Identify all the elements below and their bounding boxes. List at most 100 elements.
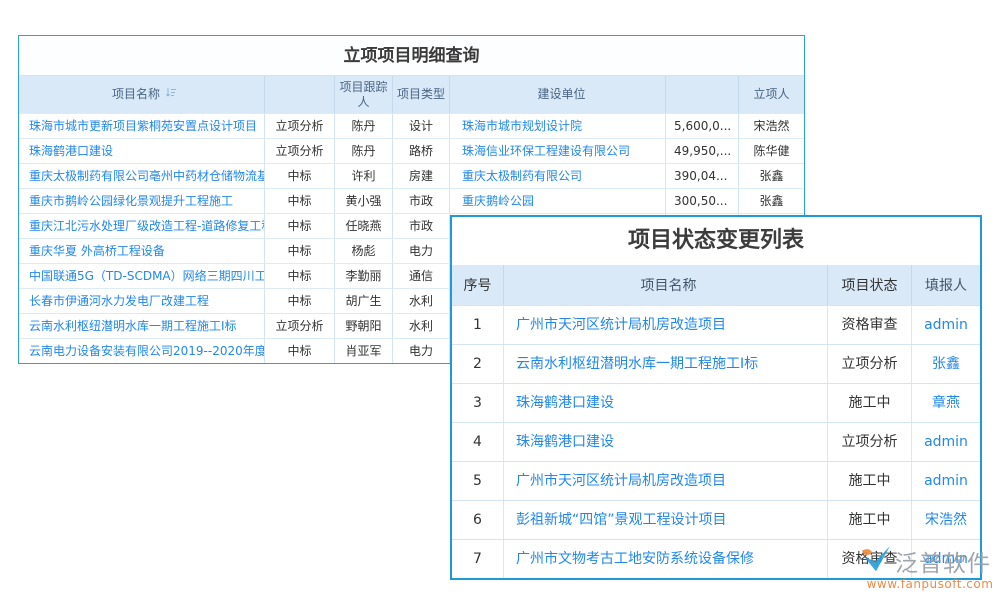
column-header-amount [666,76,739,113]
project-name-link[interactable]: 广州市天河区统计局机房改造项目 [504,306,828,344]
panel2-table-header: 序号 项目名称 项目状态 填报人 [452,265,980,305]
tracker-cell: 黄小强 [335,189,393,213]
type-cell: 设计 [393,114,450,138]
project-name-link[interactable]: 珠海市城市更新项目紫桐苑安置点设计项目 [19,114,265,138]
project-name-link[interactable]: 云南电力设备安装有限公司2019--2020年度劳务 [19,339,265,363]
seq-cell: 3 [452,384,504,422]
table-row: 2 云南水利枢纽潜明水库一期工程施工I标 立项分析 张鑫 [452,344,980,383]
tracker-cell: 李勤丽 [335,264,393,288]
project-name-link[interactable]: 广州市天河区统计局机房改造项目 [504,462,828,500]
reporter-link[interactable]: admin [912,306,980,344]
column-header-status: 项目状态 [828,265,912,305]
unit-link[interactable]: 珠海信业环保工程建设有限公司 [450,139,666,163]
unit-link[interactable]: 珠海市城市规划设计院 [450,114,666,138]
amount-cell: 390,04... [666,164,739,188]
project-name-link[interactable]: 重庆太极制药有限公司亳州中药材仓储物流基地 [19,164,265,188]
reporter-link[interactable]: 张鑫 [912,345,980,383]
column-header-project-name[interactable]: 项目名称 [19,76,265,113]
stage-cell: 立项分析 [265,114,335,138]
reporter-link[interactable]: admin [912,462,980,500]
type-cell: 通信 [393,264,450,288]
seq-cell: 1 [452,306,504,344]
seq-cell: 7 [452,540,504,578]
panel1-table-header: 项目名称 项目跟踪人 项目类型 建设单位 立项人 [19,76,804,113]
project-name-link[interactable]: 重庆华夏 外高桥工程设备 [19,239,265,263]
table-row: 3 珠海鹤港口建设 施工中 章燕 [452,383,980,422]
table-row: 重庆市鹅岭公园绿化景观提升工程施工 中标 黄小强 市政 重庆鹅岭公园 300,5… [19,188,804,213]
project-status-change-panel: 项目状态变更列表 序号 项目名称 项目状态 填报人 1 广州市天河区统计局机房改… [450,215,982,580]
stage-cell: 中标 [265,264,335,288]
project-name-link[interactable]: 云南水利枢纽潜明水库一期工程施工I标 [504,345,828,383]
project-name-link[interactable]: 重庆市鹅岭公园绿化景观提升工程施工 [19,189,265,213]
seq-cell: 5 [452,462,504,500]
table-row: 珠海市城市更新项目紫桐苑安置点设计项目 立项分析 陈丹 设计 珠海市城市规划设计… [19,113,804,138]
stage-cell: 中标 [265,339,335,363]
table-row: 珠海鹤港口建设 立项分析 陈丹 路桥 珠海信业环保工程建设有限公司 49,950… [19,138,804,163]
reporter-link[interactable]: 宋浩然 [912,501,980,539]
panel2-title: 项目状态变更列表 [452,217,980,265]
watermark-url: www.fanpusoft.com [860,577,1000,591]
tracker-cell: 野朝阳 [335,314,393,338]
table-row: 6 彭祖新城“四馆”景观工程设计项目 施工中 宋浩然 [452,500,980,539]
stage-cell: 立项分析 [265,139,335,163]
type-cell: 电力 [393,339,450,363]
tracker-cell: 陈丹 [335,139,393,163]
project-name-link[interactable]: 彭祖新城“四馆”景观工程设计项目 [504,501,828,539]
tracker-cell: 肖亚军 [335,339,393,363]
unit-link[interactable]: 重庆鹅岭公园 [450,189,666,213]
status-cell: 施工中 [828,384,912,422]
panel1-title: 立项项目明细查询 [19,36,804,76]
watermark: 泛普软件 www.fanpusoft.com [860,544,1000,591]
stage-cell: 立项分析 [265,314,335,338]
tracker-cell: 许利 [335,164,393,188]
tracker-cell: 陈丹 [335,114,393,138]
stage-cell: 中标 [265,164,335,188]
type-cell: 市政 [393,189,450,213]
column-header-stage [265,76,335,113]
status-cell: 立项分析 [828,423,912,461]
type-cell: 路桥 [393,139,450,163]
project-name-link[interactable]: 云南水利枢纽潜明水库一期工程施工I标 [19,314,265,338]
column-header-seq: 序号 [452,265,504,305]
sort-descending-icon[interactable] [165,87,177,102]
seq-cell: 4 [452,423,504,461]
panel2-table-body: 1 广州市天河区统计局机房改造项目 资格审查 admin 2 云南水利枢纽潜明水… [452,305,980,578]
table-row: 重庆太极制药有限公司亳州中药材仓储物流基地 中标 许利 房建 重庆太极制药有限公… [19,163,804,188]
reporter-link[interactable]: admin [912,423,980,461]
status-cell: 立项分析 [828,345,912,383]
creator-cell: 张鑫 [739,164,804,188]
creator-cell: 张鑫 [739,189,804,213]
seq-cell: 2 [452,345,504,383]
column-header-unit: 建设单位 [450,76,666,113]
column-header-creator: 立项人 [739,76,804,113]
type-cell: 房建 [393,164,450,188]
project-name-link[interactable]: 珠海鹤港口建设 [504,423,828,461]
amount-cell: 300,50... [666,189,739,213]
stage-cell: 中标 [265,189,335,213]
project-name-link[interactable]: 珠海鹤港口建设 [19,139,265,163]
amount-cell: 49,950,... [666,139,739,163]
table-row: 4 珠海鹤港口建设 立项分析 admin [452,422,980,461]
column-header-reporter: 填报人 [912,265,980,305]
unit-link[interactable]: 重庆太极制药有限公司 [450,164,666,188]
column-header-tracker: 项目跟踪人 [335,76,393,113]
watermark-brand: 泛普软件 [895,544,991,578]
type-cell: 电力 [393,239,450,263]
project-name-link[interactable]: 重庆江北污水处理厂级改造工程-道路修复工程 [19,214,265,238]
creator-cell: 陈华健 [739,139,804,163]
status-cell: 施工中 [828,501,912,539]
project-name-link[interactable]: 珠海鹤港口建设 [504,384,828,422]
stage-cell: 中标 [265,289,335,313]
type-cell: 水利 [393,289,450,313]
table-row: 1 广州市天河区统计局机房改造项目 资格审查 admin [452,305,980,344]
project-name-link[interactable]: 中国联通5G（TD-SCDMA）网络三期四川工程 [19,264,265,288]
reporter-link[interactable]: 章燕 [912,384,980,422]
type-cell: 市政 [393,214,450,238]
column-header-name: 项目名称 [504,265,828,305]
amount-cell: 5,600,0... [666,114,739,138]
project-name-link[interactable]: 长春市伊通河水力发电厂改建工程 [19,289,265,313]
column-header-type: 项目类型 [393,76,450,113]
project-name-link[interactable]: 广州市文物考古工地安防系统设备保修 [504,540,828,578]
status-cell: 施工中 [828,462,912,500]
creator-cell: 宋浩然 [739,114,804,138]
